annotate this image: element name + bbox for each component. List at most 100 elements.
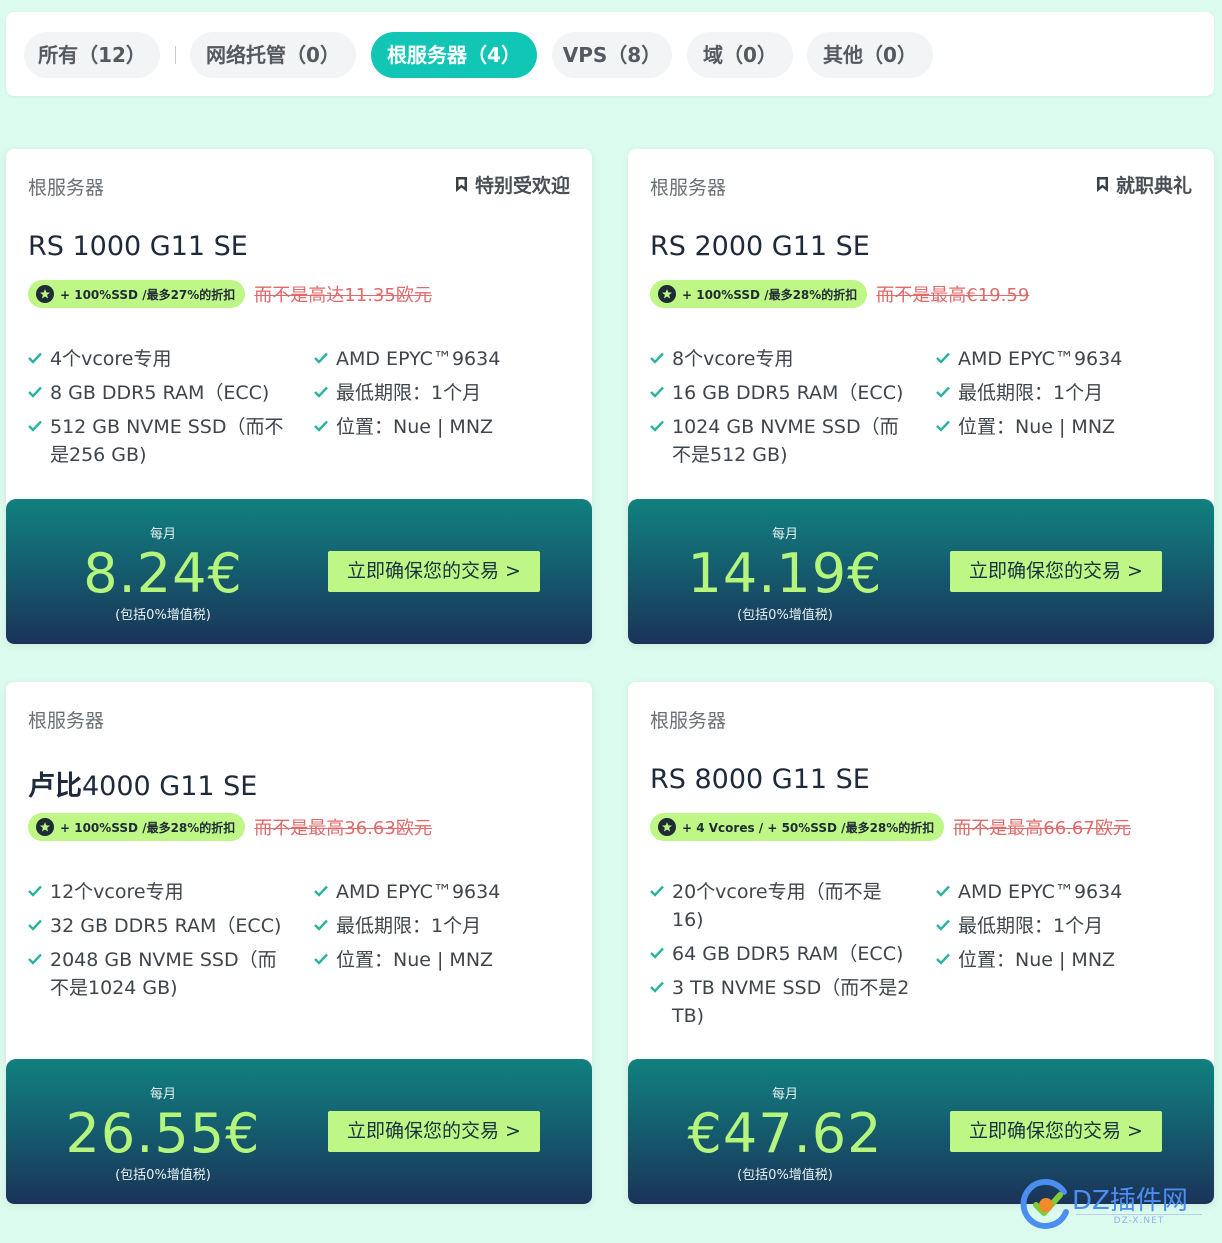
card-badge-label: 就职典礼 xyxy=(1115,175,1192,197)
check-icon xyxy=(650,947,664,959)
card-title: RS 1000 G11 SE xyxy=(28,231,248,262)
filter-root-server[interactable]: 根服务器（4） xyxy=(371,32,537,78)
feature-item: 最低期限：1个月 xyxy=(314,912,584,940)
check-icon xyxy=(28,953,42,965)
feature-item: 最低期限：1个月 xyxy=(936,379,1206,407)
price-vat-note: (包括0%增值税) xyxy=(115,1168,211,1183)
secure-deal-button[interactable]: 立即确保您的交易 > xyxy=(328,551,540,592)
product-card-rs1000: 根服务器 特别受欢迎 RS 1000 G11 SE + 100%SSD /最多2… xyxy=(6,149,592,644)
check-icon xyxy=(28,352,42,364)
feature-item: 16 GB DDR5 RAM（ECC) xyxy=(650,379,912,407)
watermark: DZ插件网 DZ-X.NET xyxy=(1020,1178,1216,1234)
price-vat-note: (包括0%增值税) xyxy=(737,608,833,623)
feature-item: 8个vcore专用 xyxy=(650,345,912,373)
feature-column-right: AMD EPYC™9634 最低期限：1个月 位置：Nue | MNZ xyxy=(314,345,584,447)
filter-web-hosting[interactable]: 网络托管（0） xyxy=(190,32,356,78)
card-title: RS 8000 G11 SE xyxy=(650,764,870,795)
check-icon xyxy=(314,420,328,432)
secure-deal-button[interactable]: 立即确保您的交易 > xyxy=(950,1111,1162,1152)
feature-item: 位置：Nue | MNZ xyxy=(936,946,1206,974)
promo-badge: + 100%SSD /最多28%的折扣 xyxy=(28,813,246,841)
feature-item: AMD EPYC™9634 xyxy=(936,878,1206,906)
feature-item: 2048 GB NVME SSD（而不是1024 GB) xyxy=(28,946,290,1002)
filter-vps[interactable]: VPS（8） xyxy=(552,32,672,78)
promo-row: + 100%SSD /最多28%的折扣 而不是最高€19.59 xyxy=(650,280,1029,308)
feature-item: AMD EPYC™9634 xyxy=(936,345,1206,373)
card-category: 根服务器 xyxy=(28,177,105,199)
promo-badge: + 100%SSD /最多28%的折扣 xyxy=(650,280,868,308)
card-badge: 特别受欢迎 xyxy=(455,171,570,198)
filter-divider xyxy=(175,46,176,64)
price-period: 每月 xyxy=(149,1087,176,1102)
check-icon xyxy=(936,352,950,364)
product-card-rs2000: 根服务器 就职典礼 RS 2000 G11 SE + 100%SSD /最多28… xyxy=(628,149,1214,644)
feature-column-right: AMD EPYC™9634 最低期限：1个月 位置：Nue | MNZ xyxy=(314,878,584,980)
price-panel: 每月 14.19€ (包括0%增值税) 立即确保您的交易 > xyxy=(628,499,1214,644)
feature-column-right: AMD EPYC™9634 最低期限：1个月 位置：Nue | MNZ xyxy=(936,345,1206,447)
check-icon xyxy=(936,420,950,432)
old-price: 而不是高达11.35欧元 xyxy=(254,285,432,306)
bookmark-icon xyxy=(1096,177,1108,192)
price-panel: 每月 8.24€ (包括0%增值税) 立即确保您的交易 > xyxy=(6,499,592,644)
check-icon xyxy=(650,420,664,432)
promo-text: + 100%SSD /最多28%的折扣 xyxy=(682,287,858,302)
feature-column-left: 12个vcore专用 32 GB DDR5 RAM（ECC) 2048 GB N… xyxy=(28,878,290,1008)
card-badge-label: 特别受欢迎 xyxy=(474,175,570,197)
check-icon xyxy=(314,352,328,364)
product-card-rs4000: 根服务器 卢比4000 G11 SE + 100%SSD /最多28%的折扣 而… xyxy=(6,682,592,1204)
check-icon xyxy=(28,919,42,931)
feature-column-left: 20个vcore专用（而不是16) 64 GB DDR5 RAM（ECC) 3 … xyxy=(650,878,912,1036)
filter-all[interactable]: 所有（12） xyxy=(24,32,160,78)
check-icon xyxy=(650,981,664,993)
price-amount: €47.62 xyxy=(687,1102,883,1165)
discount-star-icon xyxy=(658,285,676,303)
filter-other[interactable]: 其他（0） xyxy=(807,32,933,78)
feature-item: 64 GB DDR5 RAM（ECC) xyxy=(650,940,912,968)
check-icon xyxy=(314,885,328,897)
price-vat-note: (包括0%增值税) xyxy=(737,1168,833,1183)
feature-item: 32 GB DDR5 RAM（ECC) xyxy=(28,912,290,940)
check-icon xyxy=(936,953,950,965)
card-title: RS 2000 G11 SE xyxy=(650,231,870,262)
secure-deal-button[interactable]: 立即确保您的交易 > xyxy=(328,1111,540,1152)
feature-column-right: AMD EPYC™9634 最低期限：1个月 位置：Nue | MNZ xyxy=(936,878,1206,980)
watermark-title: DZ插件网 xyxy=(1072,1186,1188,1216)
check-icon xyxy=(650,885,664,897)
category-filter-bar: 所有（12） 网络托管（0） 根服务器（4） VPS（8） 域（0） 其他（0） xyxy=(6,12,1214,96)
feature-item: 8 GB DDR5 RAM（ECC) xyxy=(28,379,290,407)
check-icon xyxy=(314,386,328,398)
check-icon xyxy=(936,386,950,398)
card-badge: 就职典礼 xyxy=(1096,171,1192,198)
promo-text: + 100%SSD /最多28%的折扣 xyxy=(60,820,236,835)
price-period: 每月 xyxy=(149,527,176,542)
card-category: 根服务器 xyxy=(650,177,727,199)
feature-item: 最低期限：1个月 xyxy=(314,379,584,407)
feature-item: 512 GB NVME SSD（而不是256 GB) xyxy=(28,413,290,469)
secure-deal-button[interactable]: 立即确保您的交易 > xyxy=(950,551,1162,592)
check-icon xyxy=(314,919,328,931)
card-category: 根服务器 xyxy=(28,710,105,732)
feature-item: AMD EPYC™9634 xyxy=(314,878,584,906)
card-title: 卢比4000 G11 SE xyxy=(28,771,258,802)
feature-item: AMD EPYC™9634 xyxy=(314,345,584,373)
promo-row: + 100%SSD /最多28%的折扣 而不是最高36.63欧元 xyxy=(28,813,432,841)
feature-column-left: 8个vcore专用 16 GB DDR5 RAM（ECC) 1024 GB NV… xyxy=(650,345,912,475)
price-vat-note: (包括0%增值税) xyxy=(115,608,211,623)
price-amount: 26.55€ xyxy=(65,1102,261,1165)
price-period: 每月 xyxy=(771,527,798,542)
check-icon xyxy=(936,885,950,897)
check-icon xyxy=(650,352,664,364)
discount-star-icon xyxy=(36,285,54,303)
price-amount: 14.19€ xyxy=(687,542,883,605)
old-price: 而不是最高66.67欧元 xyxy=(953,818,1131,839)
promo-badge: + 4 Vcores / + 50%SSD /最多28%的折扣 xyxy=(650,813,945,841)
check-icon xyxy=(28,420,42,432)
watermark-subtitle: DZ-X.NET xyxy=(1076,1214,1202,1226)
filter-domain[interactable]: 域（0） xyxy=(687,32,793,78)
price-amount: 8.24€ xyxy=(83,542,243,605)
feature-column-left: 4个vcore专用 8 GB DDR5 RAM（ECC) 512 GB NVME… xyxy=(28,345,290,475)
check-icon xyxy=(28,386,42,398)
check-icon xyxy=(936,919,950,931)
feature-item: 4个vcore专用 xyxy=(28,345,290,373)
watermark-logo-icon xyxy=(1020,1178,1072,1230)
